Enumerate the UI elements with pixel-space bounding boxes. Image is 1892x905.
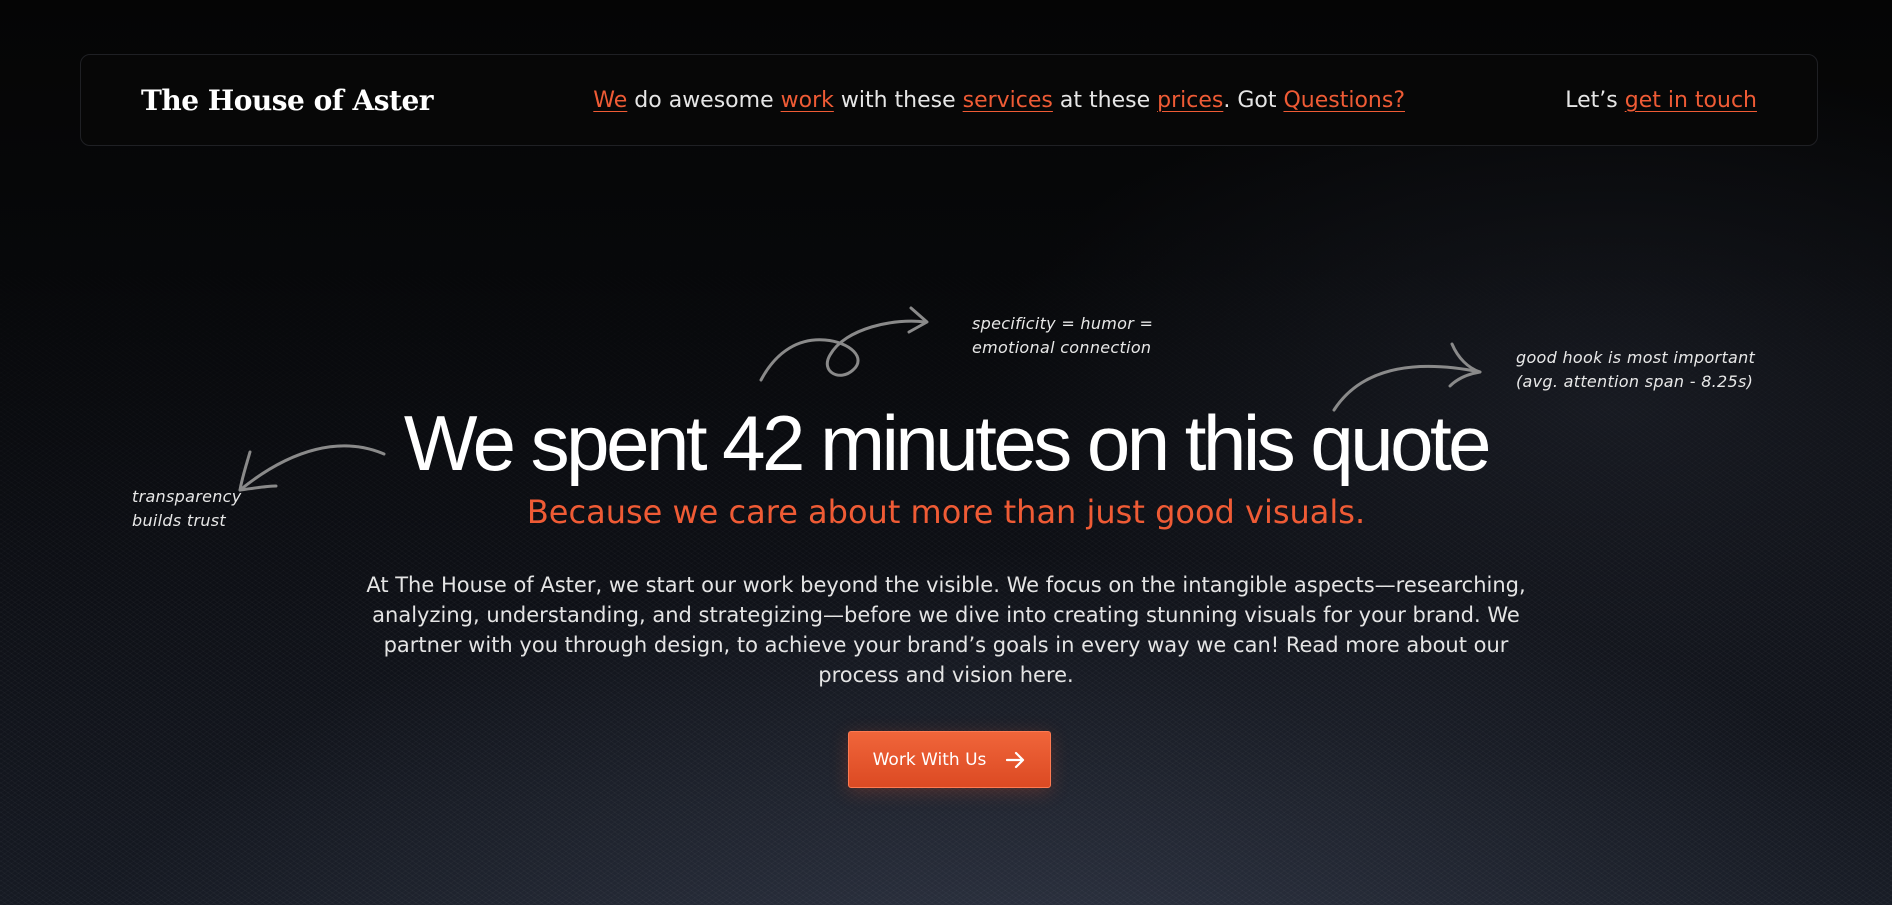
annotation-line: emotional connection [972,338,1152,357]
nav-text: do awesome [627,87,781,113]
nav-link-work[interactable]: work [781,88,834,113]
nav-link-services[interactable]: services [963,88,1053,113]
nav-sentence: We do awesome work with these services a… [593,88,1405,113]
nav-link-we[interactable]: We [593,88,627,113]
annotation-hook: good hook is most important (avg. attent… [1516,346,1755,394]
annotation-line: (avg. attention span - 8.25s) [1516,372,1754,391]
nav-text: with these [833,87,963,113]
contact-prefix: Let’s [1565,87,1625,113]
contact-cta: Let’s get in touch [1565,88,1757,113]
top-navigation: The House of Aster We do awesome work wi… [80,54,1818,146]
hero-title: We spent 42 minutes on this quote [403,399,1492,487]
curly-arrow-icon [759,306,929,382]
cta-label: Work With Us [872,749,987,770]
annotation-specificity: specificity = humor = emotional connecti… [972,312,1153,360]
nav-text: at these [1052,87,1158,113]
nav-link-questions[interactable]: Questions? [1283,88,1405,113]
nav-link-prices[interactable]: prices [1157,88,1223,113]
work-with-us-button[interactable]: Work With Us [848,731,1051,788]
nav-text: . Got [1223,87,1284,113]
arrow-right-icon [1006,751,1025,768]
get-in-touch-link[interactable]: get in touch [1625,88,1757,113]
brand-logo[interactable]: The House of Aster [141,84,434,117]
annotation-line: specificity = humor = [972,314,1154,333]
annotation-line: good hook is most important [1516,348,1756,367]
hero-body-text: At The House of Aster, we start our work… [366,573,1526,687]
hero-subtitle: Because we care about more than just goo… [526,493,1366,531]
